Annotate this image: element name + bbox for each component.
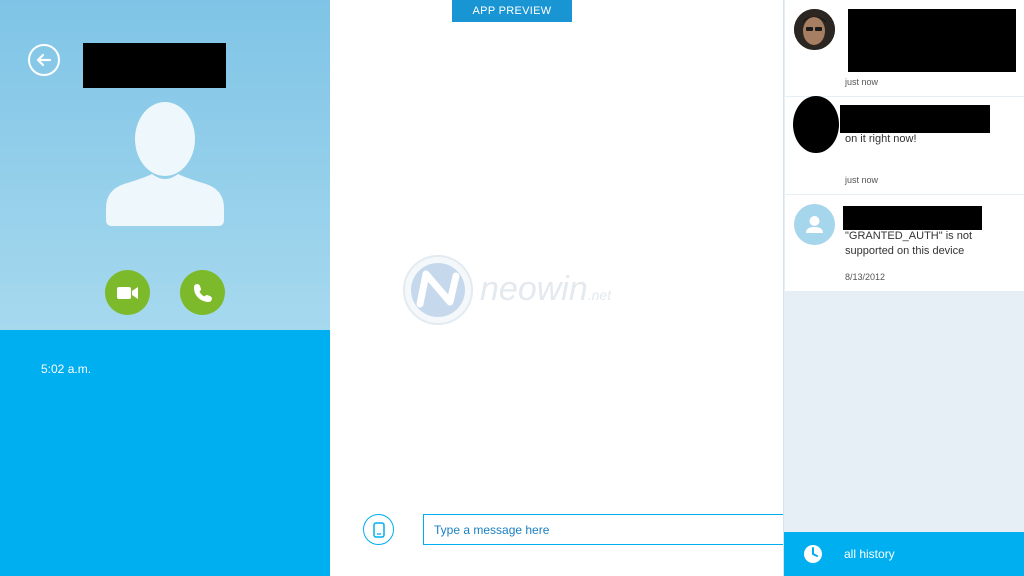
redacted-contact-name xyxy=(840,105,990,133)
send-sms-device-button[interactable] xyxy=(363,514,394,545)
watermark-suffix: .net xyxy=(587,286,612,303)
recent-conversations-pane: just now on it right now! just now "GRAN… xyxy=(783,0,1024,576)
default-avatar-icon xyxy=(806,216,823,233)
back-button[interactable] xyxy=(28,44,60,76)
conversation-item[interactable]: on it right now! just now xyxy=(785,96,1024,194)
message-input[interactable] xyxy=(423,514,783,545)
contact-name-redacted xyxy=(83,43,226,88)
watermark-brand: neowin xyxy=(480,270,588,308)
video-camera-icon xyxy=(116,286,138,299)
phone-icon xyxy=(193,283,212,302)
contact-avatar-placeholder xyxy=(106,102,224,226)
video-call-button[interactable] xyxy=(105,270,150,315)
contact-photo-redacted xyxy=(793,96,839,153)
all-history-button[interactable]: all history xyxy=(784,532,1024,576)
message-time: just now xyxy=(845,77,879,87)
redacted-message xyxy=(848,9,1016,72)
default-avatar xyxy=(794,204,835,245)
contact-photo xyxy=(794,9,835,50)
contact-header xyxy=(0,0,330,330)
local-time: 5:02 a.m. xyxy=(41,362,92,376)
message-time: 8/13/2012 xyxy=(845,272,886,282)
message-preview: on it right now! xyxy=(845,133,917,145)
skype-app: 5:02 a.m. APP PREVIEW neowin .net Type a… xyxy=(0,0,1024,576)
neowin-logo-icon xyxy=(403,254,473,325)
contact-pane: 5:02 a.m. xyxy=(0,0,330,576)
all-history-label: all history xyxy=(844,547,895,561)
conversation-item[interactable]: "GRANTED_AUTH" is not supported on this … xyxy=(785,195,1024,291)
message-time: just now xyxy=(845,175,879,185)
clock-icon xyxy=(804,545,822,563)
back-arrow-icon xyxy=(36,53,52,67)
conversation-item[interactable]: just now xyxy=(785,0,1024,96)
contact-photo-icon xyxy=(794,9,835,50)
redacted-contact-name xyxy=(843,206,982,230)
neowin-watermark: neowin .net xyxy=(402,252,632,327)
audio-call-button[interactable] xyxy=(180,270,225,315)
conversation-pane: APP PREVIEW neowin .net xyxy=(330,0,783,576)
message-preview: "GRANTED_AUTH" is not supported on this … xyxy=(845,230,972,257)
mobile-device-icon xyxy=(372,521,385,538)
app-preview-banner: APP PREVIEW xyxy=(452,0,572,22)
